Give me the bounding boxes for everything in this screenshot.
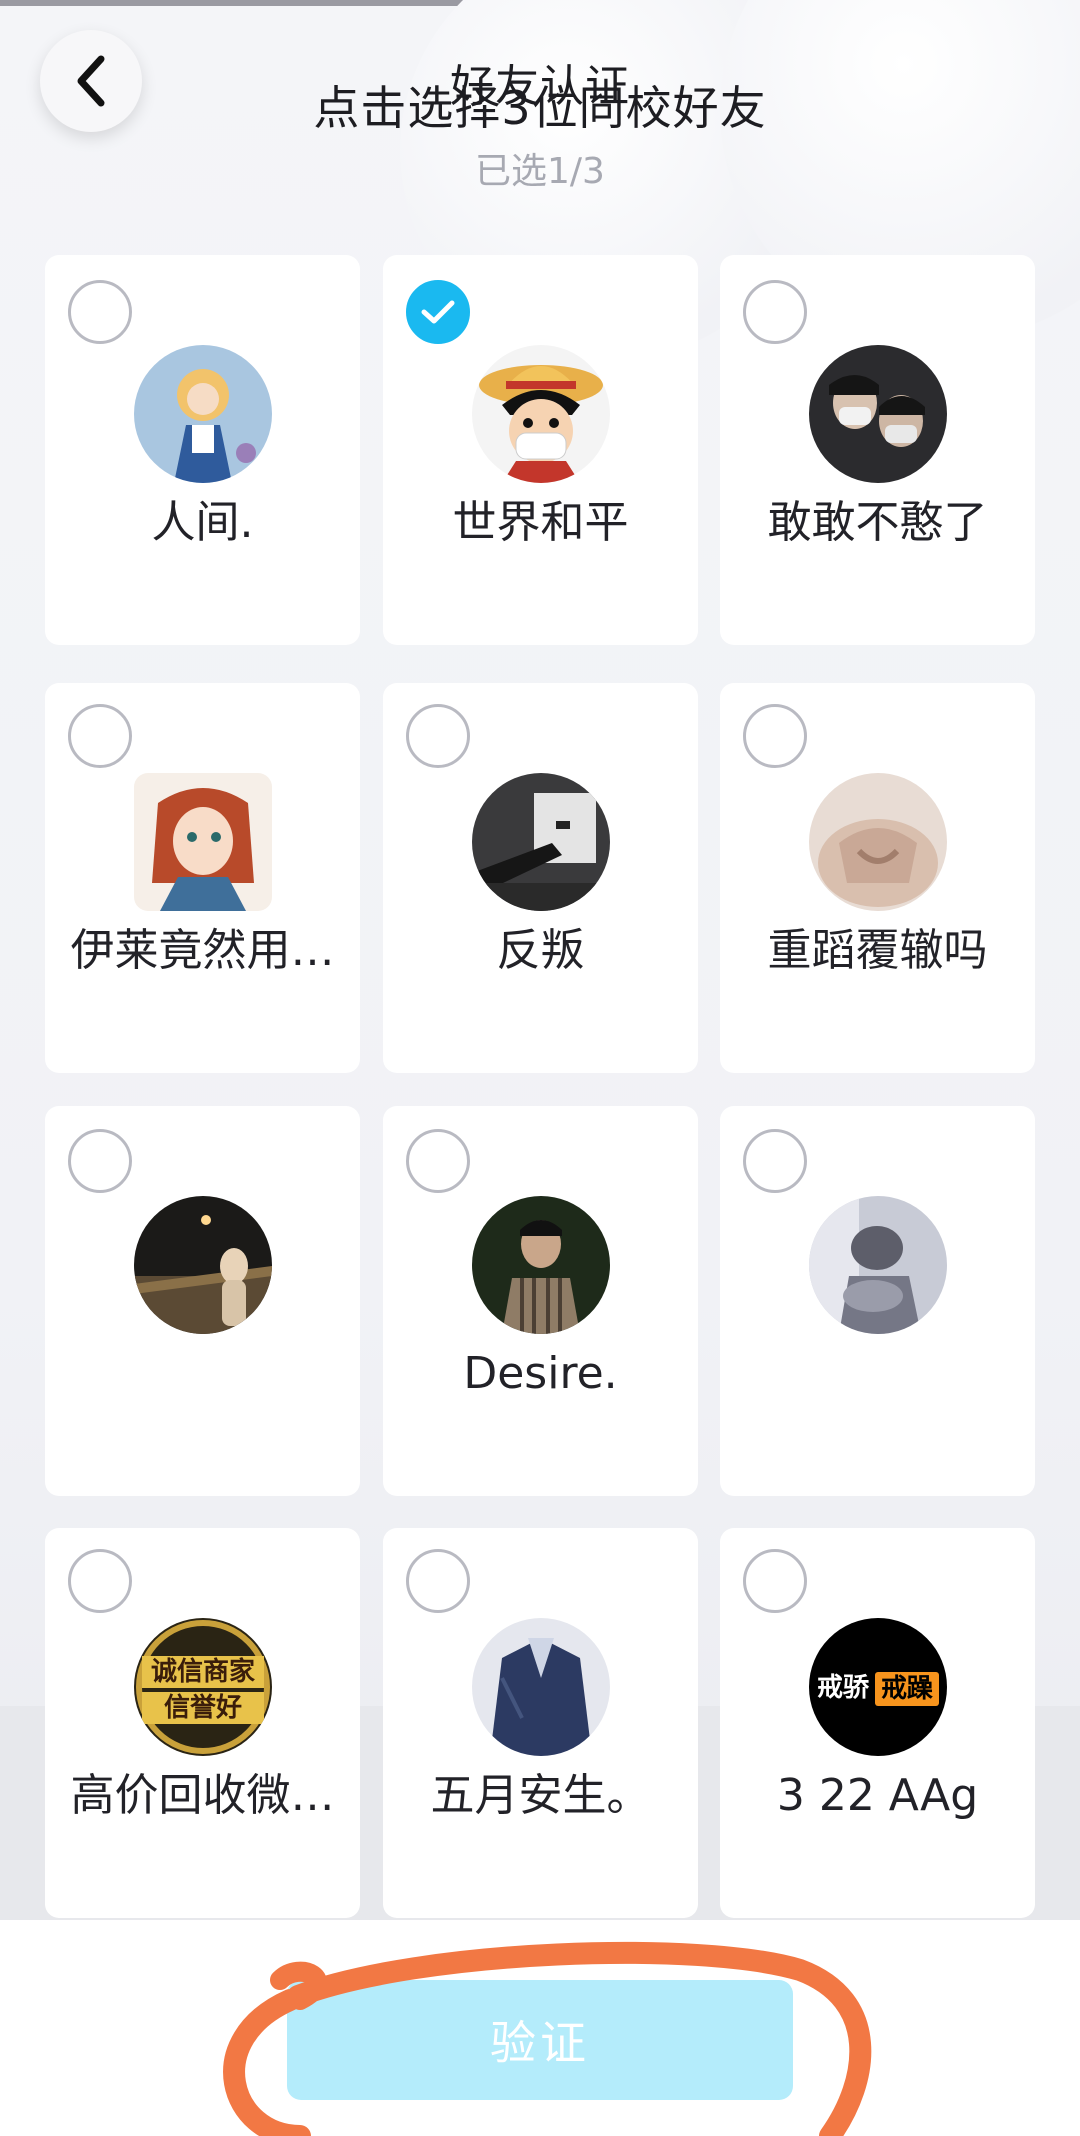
selected-count: 已选1/3 <box>475 151 605 192</box>
avatar <box>134 773 272 911</box>
avatar <box>472 1196 610 1334</box>
select-radio[interactable] <box>68 1549 132 1613</box>
friend-name: 世界和平 <box>452 497 629 548</box>
friend-card[interactable]: 反叛 <box>383 683 698 1073</box>
logo-text: 诚信商家 <box>151 1656 255 1687</box>
sign-text: 戒骄 <box>817 1673 870 1703</box>
avatar: 戒骄 戒躁 <box>809 1618 947 1756</box>
friend-card[interactable]: 诚信商家 信誉好 高价回收微… <box>45 1528 360 1918</box>
avatar <box>809 773 947 911</box>
logo-text: 信誉好 <box>164 1693 242 1723</box>
friend-name: 高价回收微… <box>70 1770 335 1821</box>
friend-card[interactable] <box>45 1106 360 1496</box>
select-radio[interactable] <box>743 1549 807 1613</box>
checkmark-icon <box>421 300 455 324</box>
avatar <box>134 1196 272 1334</box>
select-radio[interactable] <box>68 1129 132 1193</box>
select-radio[interactable] <box>743 704 807 768</box>
friend-card[interactable]: 重蹈覆辙吗 <box>720 683 1035 1073</box>
friend-card[interactable]: 五月安生。 <box>383 1528 698 1918</box>
avatar <box>134 345 272 483</box>
friend-name: 伊莱竟然用… <box>70 925 335 976</box>
avatar <box>472 345 610 483</box>
select-radio[interactable] <box>406 280 470 344</box>
friend-card[interactable]: 人间. <box>45 255 360 645</box>
friend-name: Desire. <box>463 1348 618 1399</box>
friend-verification-screen: 好友认证 点击选择3位同校好友 已选1/3 人间. 世界和平 敢敢不憨了 伊莱竟… <box>0 0 1080 2136</box>
avatar: 诚信商家 信誉好 <box>134 1618 272 1756</box>
avatar <box>472 1618 610 1756</box>
select-radio[interactable] <box>406 1549 470 1613</box>
friend-card[interactable]: 伊莱竟然用… <box>45 683 360 1073</box>
select-radio[interactable] <box>406 1129 470 1193</box>
select-radio[interactable] <box>743 280 807 344</box>
select-radio[interactable] <box>743 1129 807 1193</box>
friend-name: 反叛 <box>496 925 585 976</box>
avatar <box>809 1196 947 1334</box>
select-radio[interactable] <box>68 704 132 768</box>
friend-card[interactable]: 世界和平 <box>383 255 698 645</box>
friend-card[interactable] <box>720 1106 1035 1496</box>
friend-card[interactable]: Desire. <box>383 1106 698 1496</box>
select-radio[interactable] <box>68 280 132 344</box>
avatar <box>809 345 947 483</box>
friend-name: 重蹈覆辙吗 <box>767 925 988 976</box>
friend-name: 人间. <box>151 497 254 548</box>
friend-name: 3 22 AAg <box>776 1770 979 1821</box>
select-radio[interactable] <box>406 704 470 768</box>
avatar <box>472 773 610 911</box>
instruction-text: 点击选择3位同校好友 <box>313 81 767 135</box>
sign-text: 戒躁 <box>881 1674 933 1704</box>
friend-card[interactable]: 敢敢不憨了 <box>720 255 1035 645</box>
friend-name: 五月安生。 <box>430 1770 651 1821</box>
friend-name: 敢敢不憨了 <box>767 497 988 548</box>
verify-button[interactable]: 验证 <box>287 1980 793 2100</box>
friend-card[interactable]: 戒骄 戒躁 3 22 AAg <box>720 1528 1035 1918</box>
